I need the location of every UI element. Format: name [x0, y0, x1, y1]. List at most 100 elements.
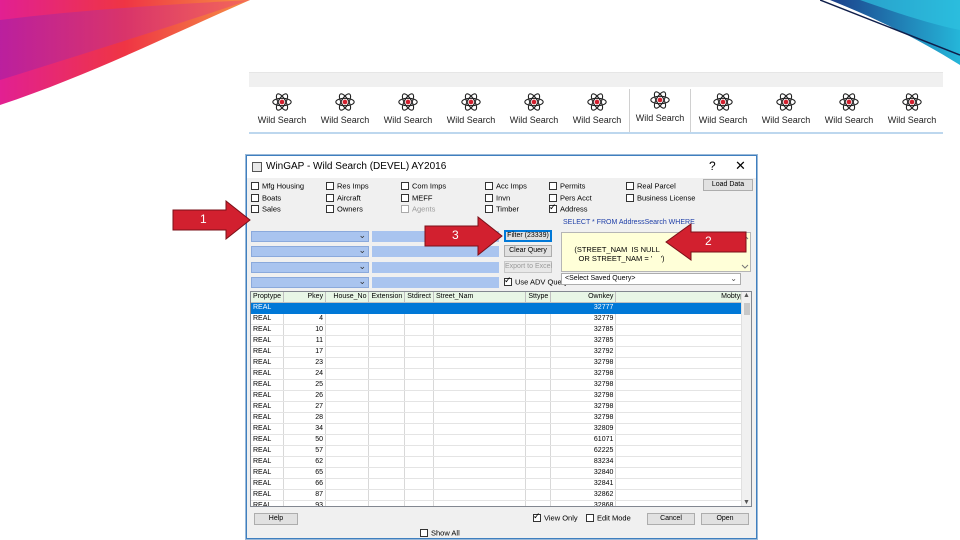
- real-parcel-checkbox[interactable]: Real Parcel: [626, 181, 676, 192]
- table-row[interactable]: REAL 62 83234: [251, 456, 751, 468]
- open-button[interactable]: Open: [701, 513, 749, 525]
- table-row[interactable]: REAL 28 32798: [251, 412, 751, 424]
- business-license-checkbox[interactable]: Business License: [626, 193, 695, 204]
- load-data-button[interactable]: Load Data: [703, 179, 753, 191]
- grid-scrollbar[interactable]: ▲ ▼: [741, 292, 751, 506]
- table-row[interactable]: REAL 25 32798: [251, 379, 751, 391]
- criteria-field-select-1[interactable]: ⌄: [251, 230, 369, 242]
- wild-search-button[interactable]: Wild Search: [881, 91, 943, 131]
- wild-search-button[interactable]: Wild Search: [251, 91, 313, 131]
- table-cell: [325, 346, 370, 358]
- table-row[interactable]: REAL 57 62225: [251, 445, 751, 457]
- table-cell: [404, 324, 434, 336]
- table-row[interactable]: REAL 24 32798: [251, 368, 751, 380]
- meff-checkbox[interactable]: MEFF: [401, 193, 432, 204]
- boats-checkbox[interactable]: Boats: [251, 193, 281, 204]
- column-header-stdirect[interactable]: Stdirect: [404, 292, 434, 303]
- scroll-up-icon[interactable]: ▲: [743, 292, 750, 299]
- aircraft-checkbox[interactable]: Aircraft: [326, 193, 361, 204]
- table-cell: [368, 335, 406, 347]
- table-row[interactable]: REAL 27 32798: [251, 401, 751, 413]
- wild-search-button[interactable]: Wild Search: [440, 91, 502, 131]
- column-header-house-no[interactable]: House_No: [325, 292, 370, 303]
- view-only-checkbox[interactable]: View Only: [533, 511, 578, 524]
- help-button[interactable]: Help: [254, 513, 298, 525]
- criteria-value-input-3[interactable]: [372, 262, 499, 273]
- table-row[interactable]: REAL 11 32785: [251, 335, 751, 347]
- wild-search-button[interactable]: Wild Search: [503, 91, 565, 131]
- criteria-field-select-4[interactable]: ⌄: [251, 276, 369, 288]
- criteria-value-input-4[interactable]: [372, 277, 499, 288]
- wild-search-button[interactable]: Wild Search: [377, 91, 439, 131]
- table-cell: [368, 357, 406, 369]
- scroll-down-icon[interactable]: ▼: [743, 499, 750, 506]
- table-cell: [368, 489, 406, 501]
- wild-search-label: Wild Search: [320, 115, 370, 125]
- edit-mode-checkbox[interactable]: Edit Mode: [586, 513, 631, 524]
- table-cell: 32798: [550, 401, 617, 413]
- column-header-street-nam[interactable]: Street_Nam: [433, 292, 527, 303]
- com-imps-checkbox[interactable]: Com Imps: [401, 181, 446, 192]
- table-row[interactable]: REAL 10 32785: [251, 324, 751, 336]
- table-row[interactable]: REAL 23 32798: [251, 357, 751, 369]
- permits-checkbox[interactable]: Permits: [549, 181, 585, 192]
- filter-button[interactable]: Filter (23339): [504, 230, 552, 242]
- wild-search-button[interactable]: Wild Search: [566, 91, 628, 131]
- column-header-proptype[interactable]: Proptype: [251, 292, 285, 303]
- table-row[interactable]: REAL 66 32841: [251, 478, 751, 490]
- wild-search-button[interactable]: Wild Search: [692, 91, 754, 131]
- wild-search-button[interactable]: Wild Search: [755, 91, 817, 131]
- callout-arrow-2: 2: [665, 223, 747, 261]
- column-header-pkey[interactable]: Pkey: [283, 292, 327, 303]
- wild-search-button[interactable]: Wild Search: [818, 91, 880, 131]
- column-header-mobtype[interactable]: Mobtype: [615, 292, 751, 303]
- table-cell: [325, 368, 370, 380]
- cancel-button[interactable]: Cancel: [647, 513, 695, 525]
- criteria-field-select-3[interactable]: ⌄: [251, 261, 369, 273]
- table-cell: [525, 357, 552, 369]
- export-excel-button[interactable]: Export to Excel: [504, 261, 552, 273]
- table-row[interactable]: REAL 17 32792: [251, 346, 751, 358]
- table-row[interactable]: REAL 26 32798: [251, 390, 751, 402]
- table-cell: [368, 302, 406, 314]
- table-row[interactable]: REAL 4 32779: [251, 313, 751, 325]
- table-cell: [525, 500, 552, 506]
- dialog-title: WinGAP - Wild Search (DEVEL) AY2016: [266, 161, 447, 172]
- table-row[interactable]: REAL 65 32840: [251, 467, 751, 479]
- table-cell: 24: [283, 368, 327, 380]
- criteria-field-select-2[interactable]: ⌄: [251, 245, 369, 257]
- scroll-thumb[interactable]: [744, 303, 750, 315]
- table-cell: [433, 357, 527, 369]
- chevron-down-icon: ⌄: [358, 230, 366, 240]
- invn-checkbox[interactable]: Invn: [485, 193, 510, 204]
- res-imps-checkbox[interactable]: Res Imps: [326, 181, 369, 192]
- table-row[interactable]: REAL 34 32809: [251, 423, 751, 435]
- table-cell: [325, 335, 370, 347]
- saved-query-select[interactable]: <Select Saved Query> ⌄: [561, 273, 741, 285]
- table-row[interactable]: REAL 93 32868: [251, 500, 751, 506]
- clear-query-button[interactable]: Clear Query: [504, 245, 552, 257]
- column-header-extension[interactable]: Extension: [368, 292, 406, 303]
- owners-checkbox[interactable]: Owners: [326, 204, 363, 215]
- use-adv-query-checkbox[interactable]: Use ADV Query: [504, 275, 568, 288]
- show-all-checkbox[interactable]: Show All: [420, 528, 460, 539]
- address-checkbox[interactable]: Address: [549, 202, 588, 215]
- mfg-housing-checkbox[interactable]: Mfg Housing: [251, 181, 304, 192]
- invn-label: Invn: [496, 193, 511, 203]
- column-header-sttype[interactable]: Sttype: [525, 292, 552, 303]
- table-row[interactable]: REAL 32777: [251, 302, 751, 314]
- help-icon[interactable]: ?: [709, 159, 716, 173]
- table-row[interactable]: REAL 87 32862: [251, 489, 751, 501]
- results-grid[interactable]: Proptype Pkey House_No Extension Stdirect Str…: [250, 291, 752, 507]
- close-icon[interactable]: ✕: [735, 158, 746, 174]
- acc-imps-checkbox[interactable]: Acc Imps: [485, 181, 527, 192]
- wild-search-button[interactable]: Wild Search: [314, 91, 376, 131]
- wild-search-button[interactable]: Wild Search: [629, 89, 691, 133]
- column-header-ownkey[interactable]: Ownkey: [550, 292, 617, 303]
- sales-checkbox[interactable]: Sales: [251, 204, 281, 215]
- table-cell: [433, 346, 527, 358]
- timber-checkbox[interactable]: Timber: [485, 204, 519, 215]
- wild-search-label: Wild Search: [635, 113, 685, 123]
- table-row[interactable]: REAL 50 61071: [251, 434, 751, 446]
- table-cell: [325, 324, 370, 336]
